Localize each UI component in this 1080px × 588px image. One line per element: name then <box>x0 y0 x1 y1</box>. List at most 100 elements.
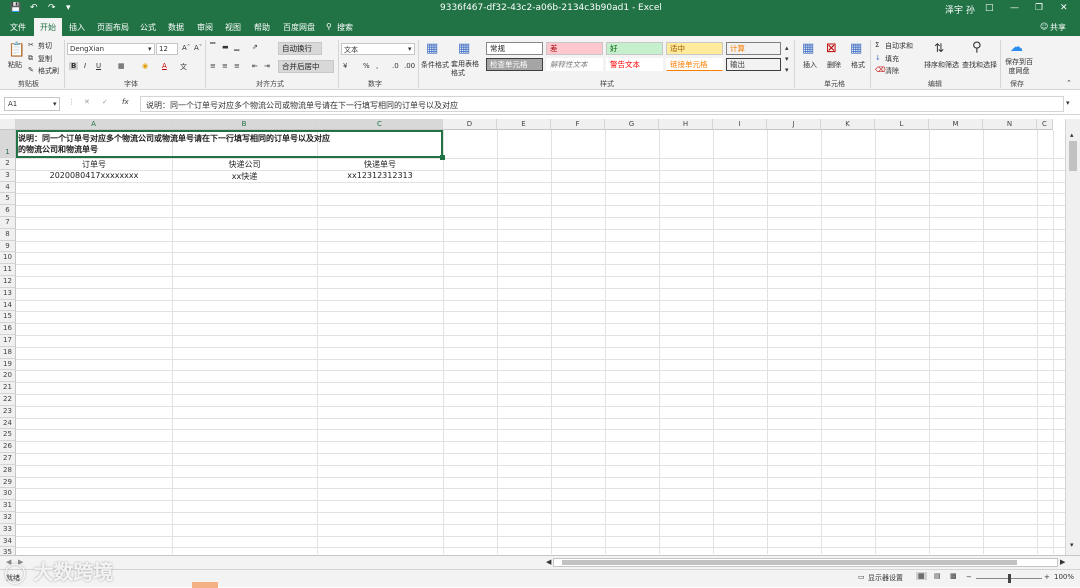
row-header[interactable]: 31 <box>0 500 16 512</box>
bold-icon[interactable]: B <box>69 62 79 70</box>
column-header[interactable]: K <box>821 119 875 130</box>
conditional-format-button[interactable]: 条件格式 <box>421 60 449 70</box>
format-cells-icon[interactable]: ▦ <box>850 41 862 56</box>
restore-icon[interactable]: ❐ <box>1035 3 1043 13</box>
row-header[interactable]: 15 <box>0 311 16 324</box>
tab-page-layout[interactable]: 页面布局 <box>97 22 129 33</box>
normal-view-icon[interactable]: ▦ <box>916 572 927 580</box>
style-good[interactable]: 好 <box>606 42 663 55</box>
tab-baidu-netdisk[interactable]: 百度网盘 <box>283 22 315 33</box>
tab-review[interactable]: 审阅 <box>197 22 213 33</box>
tab-data[interactable]: 数据 <box>168 22 184 33</box>
autosum-button[interactable]: 自动求和 <box>885 41 913 51</box>
autosum-icon[interactable]: Σ <box>875 41 879 49</box>
cut-button[interactable]: 剪切 <box>38 41 52 51</box>
zoom-out-icon[interactable]: − <box>966 573 972 581</box>
font-color-icon[interactable]: A <box>162 62 167 70</box>
vertical-scrollbar[interactable]: ▴ ▾ <box>1065 119 1080 555</box>
user-name[interactable]: 泽宇 孙 <box>945 3 975 16</box>
row-header[interactable]: 10 <box>0 252 16 265</box>
style-neutral[interactable]: 适中 <box>666 42 723 55</box>
font-name-select[interactable]: DengXian ▾ <box>67 43 155 55</box>
column-header[interactable]: I <box>713 119 767 130</box>
table-format-button[interactable]: 套用表格格式 <box>451 60 481 78</box>
column-header[interactable]: F <box>551 119 605 130</box>
cut-icon[interactable]: ✂ <box>28 41 34 49</box>
row-header[interactable]: 2 <box>0 158 16 170</box>
cell-b2[interactable]: 快递公司 <box>172 159 317 170</box>
row-header[interactable]: 33 <box>0 523 16 536</box>
row-header[interactable]: 7 <box>0 217 16 229</box>
row-header[interactable]: 34 <box>0 535 16 548</box>
align-top-icon[interactable]: ▔ <box>210 43 215 51</box>
row-header[interactable]: 22 <box>0 394 16 406</box>
paste-button[interactable]: 粘贴 <box>8 60 22 70</box>
tab-formulas[interactable]: 公式 <box>140 22 156 33</box>
cell-b3[interactable]: xx快递 <box>172 171 317 182</box>
cell-c2[interactable]: 快递单号 <box>317 159 443 170</box>
more-styles-icon[interactable]: ▾ <box>785 66 789 74</box>
formula-input[interactable]: 说明：同一个订单号对应多个物流公司或物流单号请在下一行填写相同的订单号以及对应 <box>140 96 1064 112</box>
tab-search[interactable]: 搜索 <box>337 22 353 33</box>
save-to-baidu-button[interactable]: 保存到百度网盘 <box>1004 58 1034 76</box>
column-header[interactable]: C <box>317 119 443 130</box>
name-box[interactable]: A1 ▾ <box>4 97 60 111</box>
row-header[interactable]: 1 <box>0 130 16 158</box>
row-header[interactable]: 24 <box>0 417 16 430</box>
format-cells-button[interactable]: 格式 <box>851 60 865 70</box>
scroll-left-icon[interactable]: ◀ <box>546 558 551 566</box>
wrap-text-button[interactable]: 自动换行 <box>278 42 322 55</box>
insert-cells-icon[interactable]: ▦ <box>802 41 814 56</box>
row-header[interactable]: 30 <box>0 488 16 501</box>
horizontal-scrollbar[interactable] <box>553 558 1058 567</box>
style-explanatory[interactable]: 解释性文本 <box>546 58 603 71</box>
fill-color-icon[interactable]: ◉ <box>142 62 148 70</box>
column-header[interactable]: E <box>497 119 551 130</box>
fill-icon[interactable]: ↓ <box>875 54 881 62</box>
row-header[interactable]: 20 <box>0 370 16 383</box>
chevron-up-icon[interactable]: ▴ <box>785 44 789 52</box>
expand-formula-icon[interactable]: ▾ <box>1066 99 1070 107</box>
align-right-icon[interactable]: ≡ <box>234 62 240 70</box>
style-output[interactable]: 输出 <box>726 58 781 71</box>
select-all-corner[interactable] <box>0 119 16 130</box>
decrease-font-icon[interactable]: Aˇ <box>194 44 202 52</box>
increase-font-icon[interactable]: Aˆ <box>182 44 190 52</box>
sheet-tab-indicator[interactable] <box>192 582 218 588</box>
row-header[interactable]: 29 <box>0 476 16 489</box>
style-calculation[interactable]: 计算 <box>726 42 781 55</box>
align-center-icon[interactable]: ≡ <box>222 62 228 70</box>
scroll-up-icon[interactable]: ▴ <box>1070 131 1074 139</box>
column-header[interactable]: G <box>605 119 659 130</box>
delete-cells-button[interactable]: 删除 <box>827 60 841 70</box>
column-header[interactable]: B <box>172 119 317 130</box>
italic-icon[interactable]: I <box>84 62 86 70</box>
row-header[interactable]: 18 <box>0 346 16 359</box>
row-header[interactable]: 21 <box>0 382 16 394</box>
paste-icon[interactable]: 📋 <box>8 42 25 58</box>
tab-home[interactable]: 开始 <box>34 18 62 36</box>
quick-access-dropdown-icon[interactable]: ▾ <box>66 3 71 13</box>
scroll-right-icon[interactable]: ▶ <box>1060 558 1065 566</box>
zoom-in-icon[interactable]: + <box>1044 573 1050 581</box>
vertical-scroll-thumb[interactable] <box>1069 141 1077 171</box>
copy-button[interactable]: 复制 <box>38 54 52 64</box>
find-select-button[interactable]: 查找和选择 <box>962 60 997 70</box>
indent-decrease-icon[interactable]: ⇤ <box>252 62 258 70</box>
merge-center-button[interactable]: 合并后居中 <box>278 60 334 73</box>
row-header[interactable]: 3 <box>0 169 16 182</box>
column-header[interactable]: H <box>659 119 713 130</box>
insert-function-icon[interactable]: fx <box>122 98 129 106</box>
display-settings-button[interactable]: 显示器设置 <box>868 573 903 583</box>
find-select-icon[interactable]: ⚲ <box>972 40 982 55</box>
clear-button[interactable]: 清除 <box>885 66 899 76</box>
cell-c3[interactable]: xx12312312313 <box>317 171 443 180</box>
row-header[interactable]: 4 <box>0 181 16 194</box>
percent-icon[interactable]: % <box>363 62 370 70</box>
search-icon[interactable]: ⚲ <box>326 22 332 31</box>
column-header[interactable]: A <box>16 119 172 130</box>
chevron-down-icon[interactable]: ▾ <box>785 55 789 63</box>
column-header[interactable]: L <box>875 119 929 130</box>
style-check-cell[interactable]: 检查单元格 <box>486 58 543 71</box>
style-warning[interactable]: 警告文本 <box>606 58 663 71</box>
